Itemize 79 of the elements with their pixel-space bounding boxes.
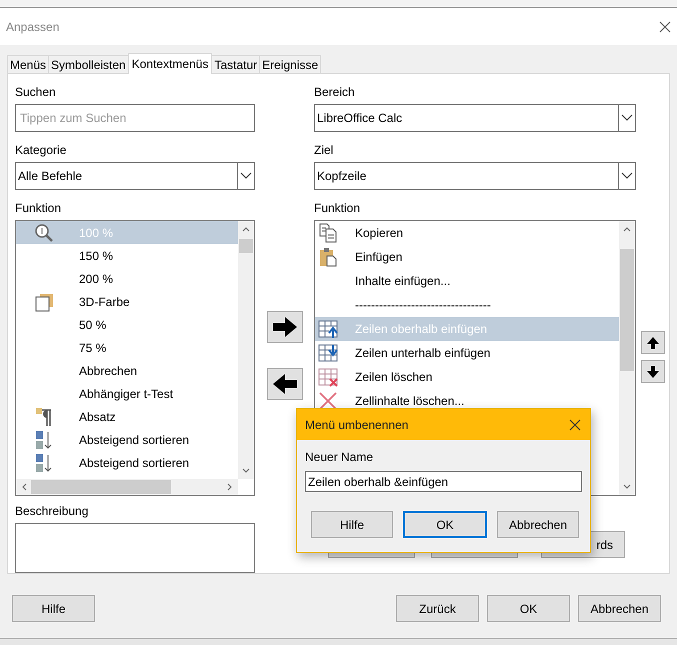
caret-up-icon[interactable] [242,225,250,233]
list-box[interactable]: 100 % 150 % 200 % 3D-Farbe 50 % 75 % Abbrechen Abhängiger t-Test Absatz Absteigend sortieren Absteigend sortieren [15,220,255,496]
field-label: Suchen [15,85,56,101]
field-label: Kategorie [15,143,66,159]
add-button[interactable] [266,311,302,343]
dropdown[interactable]: Alle Befehle [15,162,255,190]
arrow-up-icon [646,336,660,350]
scrollbar[interactable] [619,221,635,495]
button[interactable]: Hilfe [12,595,95,622]
caret-right-icon[interactable] [226,483,234,491]
field-label: Ziel [314,143,334,159]
clipboard-icon [318,247,338,267]
cross-icon [318,391,338,411]
close-icon[interactable] [569,418,581,430]
table-delete-icon [318,367,338,387]
list-item[interactable]: Abbrechen [16,359,238,382]
dropdown[interactable]: LibreOffice Calc [314,104,636,132]
scrollbar[interactable] [238,221,254,479]
button[interactable]: Abbrechen [578,595,661,622]
table-arrow-up-icon [318,319,338,339]
caret-up-icon[interactable] [623,225,631,233]
list-item[interactable]: Inhalte einfügen... [315,269,619,293]
caret-left-icon[interactable] [20,483,28,491]
search-field[interactable]: Tippen zum Suchen [15,104,255,132]
arrow-down-icon [646,364,660,378]
list-item[interactable]: ---------------------------------- [315,293,619,317]
description-field[interactable] [15,523,255,573]
sort-icon [34,452,54,472]
scrollbar-thumb[interactable] [620,249,634,371]
tab[interactable]: Symbolleisten [48,55,129,73]
list-item[interactable]: Absteigend sortieren [16,451,238,474]
field-label: Beschreibung [15,504,88,520]
move-down-button[interactable] [641,360,665,383]
caret-down-icon[interactable] [623,483,631,491]
dropdown[interactable]: Kopfzeile [314,162,636,190]
arrow-right-icon [270,315,298,339]
cube-icon [34,292,54,312]
tab[interactable]: Ereignisse [259,55,322,73]
list-item[interactable]: Einfügen [315,245,619,269]
button[interactable]: Zurück [396,595,479,622]
field-label: Funktion [314,201,360,217]
button[interactable]: OK [487,595,570,622]
arrow-left-icon [270,372,298,396]
sort-icon [34,430,54,450]
caret-down-icon[interactable] [242,467,250,475]
list-item[interactable]: Abhängiger t-Test [16,382,238,405]
name-field[interactable]: Zeilen oberhalb &einfügen [305,471,582,492]
caret-icon[interactable] [237,163,254,189]
tab[interactable]: Menüs [7,55,50,73]
zoom-icon [34,222,54,242]
scrollbar-thumb[interactable] [31,480,171,494]
move-up-button[interactable] [641,331,665,354]
field-label: Funktion [15,201,62,217]
list-item[interactable]: 50 % [16,313,238,336]
list-item[interactable]: 3D-Farbe [16,290,238,313]
list-item[interactable]: 200 % [16,267,238,290]
list-item[interactable]: Kopieren [315,221,619,245]
scrollbar-thumb[interactable] [239,239,253,253]
list-item[interactable]: Zellinhalte löschen... [315,389,619,413]
close-icon[interactable] [659,20,671,32]
list-item[interactable]: Zeilen löschen [315,365,619,389]
scrollbar[interactable] [16,479,238,495]
pilcrow-icon [34,406,54,426]
tab[interactable]: Kontextmenüs [128,53,212,74]
caret-icon[interactable] [618,163,635,189]
table-arrow-down-icon [318,343,338,363]
window-title: Anpassen [6,20,60,34]
button[interactable]: Abbrechen [497,511,579,538]
list-item[interactable]: 75 % [16,336,238,359]
list-item[interactable]: Absatz [16,405,238,428]
list-item[interactable]: 150 % [16,244,238,267]
remove-button[interactable] [266,368,302,400]
field-label: Bereich [314,85,355,101]
copy-icon [318,223,338,243]
list-item[interactable]: Absteigend sortieren [16,428,238,451]
button[interactable]: Hilfe [311,511,393,538]
button[interactable]: OK [403,511,487,538]
caret-icon[interactable] [618,105,635,131]
list-item[interactable]: Zeilen unterhalb einfügen [315,341,619,365]
